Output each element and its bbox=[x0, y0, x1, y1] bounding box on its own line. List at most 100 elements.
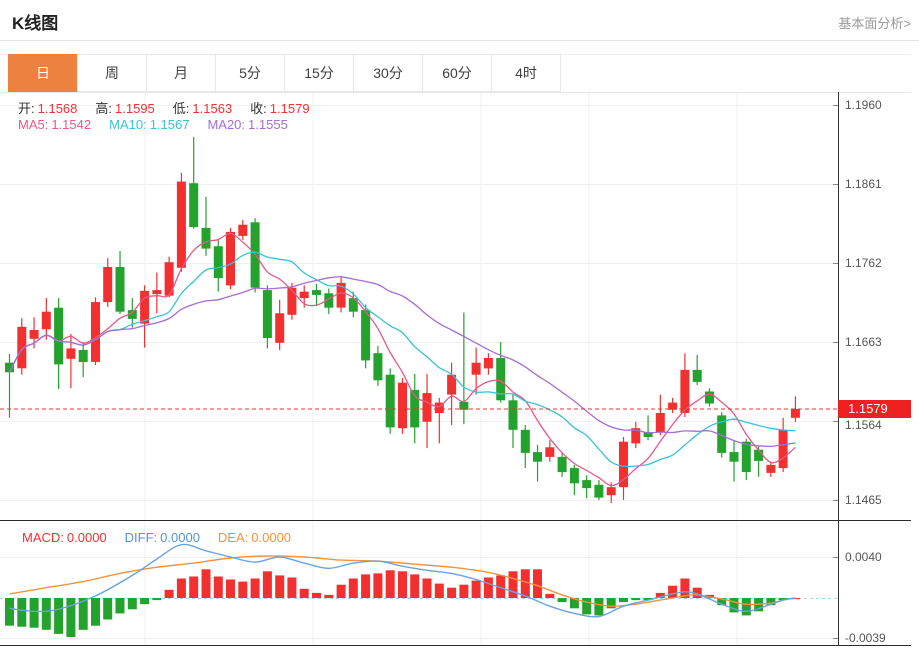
legend-value: 1.1567 bbox=[149, 117, 190, 132]
y-axis-label: 1.1465 bbox=[845, 493, 882, 507]
candle-body bbox=[705, 391, 714, 404]
candle-body bbox=[361, 310, 371, 361]
macd-bar bbox=[520, 569, 530, 598]
candle-body bbox=[655, 413, 665, 433]
tab-4时[interactable]: 4时 bbox=[491, 54, 561, 92]
macd-bar bbox=[250, 578, 260, 598]
macd-bar bbox=[66, 598, 76, 637]
candle-body bbox=[66, 348, 76, 359]
candle-body bbox=[594, 484, 604, 498]
macd-legend: MACD: 0.0000 DIFF: 0.0000 DEA: 0.0000 bbox=[22, 530, 309, 545]
legend-label: 低: bbox=[172, 101, 190, 116]
macd-bar bbox=[447, 587, 457, 598]
tab-30分[interactable]: 30分 bbox=[353, 54, 423, 92]
candle-body bbox=[213, 246, 223, 279]
legend-value: 0.0000 bbox=[66, 530, 107, 545]
legend-value: 0.0000 bbox=[160, 530, 200, 545]
candle-body bbox=[520, 429, 530, 453]
macd-bar bbox=[434, 583, 444, 598]
macd-bar bbox=[336, 584, 346, 598]
legend-item: 高: 1.1595 bbox=[95, 101, 154, 116]
macd-bar bbox=[262, 571, 272, 598]
y-axis-label: 1.1960 bbox=[845, 98, 882, 112]
macd-bar bbox=[631, 598, 641, 601]
legend-value: 1.1542 bbox=[51, 117, 92, 132]
candle-body bbox=[483, 358, 493, 369]
macd-bar bbox=[189, 576, 199, 598]
header-divider bbox=[0, 40, 919, 41]
legend-label: 收: bbox=[250, 101, 267, 116]
current-price-badge: 1.1579 bbox=[838, 400, 911, 418]
legend-label: DIFF: bbox=[124, 530, 158, 545]
candle-body bbox=[275, 313, 285, 343]
tab-60分[interactable]: 60分 bbox=[422, 54, 492, 92]
macd-bar bbox=[140, 598, 150, 605]
macd-bar bbox=[668, 585, 678, 598]
candle-body bbox=[790, 409, 800, 418]
macd-bar bbox=[582, 598, 592, 615]
ohlc-legend: 开: 1.1568 高: 1.1595 低: 1.1563 收: 1.1579 bbox=[18, 98, 328, 117]
ma10-line bbox=[8, 251, 796, 468]
candle-body bbox=[176, 181, 186, 268]
legend-label: 开: bbox=[18, 101, 35, 116]
candle-body bbox=[78, 350, 88, 362]
macd-bar bbox=[471, 580, 481, 598]
candle-body bbox=[226, 231, 235, 286]
tab-15分[interactable]: 15分 bbox=[284, 54, 354, 92]
macd-bar bbox=[176, 578, 186, 598]
legend-value: 1.1579 bbox=[269, 101, 310, 116]
y-axis-label: 1.1663 bbox=[845, 335, 882, 349]
candle-body bbox=[422, 393, 432, 422]
legend-item: MACD: 0.0000 bbox=[22, 530, 107, 545]
candle-body bbox=[545, 447, 555, 457]
candle-body bbox=[754, 449, 764, 461]
macd-bar bbox=[459, 584, 469, 598]
macd-bar bbox=[91, 598, 100, 626]
macd-bar bbox=[422, 578, 432, 598]
macd-bar bbox=[545, 593, 555, 598]
candle-body bbox=[385, 374, 395, 428]
legend-label: MA5: bbox=[18, 117, 49, 132]
candle-body bbox=[692, 369, 702, 382]
candle-body bbox=[115, 267, 125, 312]
macd-bar bbox=[557, 598, 567, 603]
legend-item: 低: 1.1563 bbox=[173, 101, 232, 116]
legend-item: DEA: 0.0000 bbox=[218, 530, 291, 545]
legend-item: MA20: 1.1555 bbox=[207, 117, 287, 132]
candle-body bbox=[140, 290, 150, 324]
candle-body bbox=[312, 290, 321, 295]
macd-bar bbox=[385, 570, 395, 598]
y-axis-label: 1.1762 bbox=[845, 256, 882, 270]
tab-周[interactable]: 周 bbox=[77, 54, 147, 92]
ma5-line bbox=[8, 232, 796, 487]
legend-value: 1.1563 bbox=[192, 101, 233, 116]
macd-bar bbox=[594, 598, 604, 616]
legend-label: 高: bbox=[95, 101, 113, 116]
y-axis-label: 0.0040 bbox=[845, 550, 882, 564]
macd-bar bbox=[398, 571, 407, 598]
candlestick-chart[interactable]: 1.1960 1.1861 1.1762 1.1663 1.1564 1.1465 0.00… bbox=[0, 92, 919, 651]
fundamental-analysis-link[interactable]: 基本面分析> bbox=[838, 13, 911, 32]
legend-label: MA10: bbox=[109, 117, 147, 132]
candle-body bbox=[238, 224, 248, 236]
macd-bar bbox=[619, 598, 628, 603]
macd-bar bbox=[41, 598, 51, 630]
y-axis-label: 1.1861 bbox=[845, 177, 882, 191]
tab-5分[interactable]: 5分 bbox=[215, 54, 285, 92]
candle-body bbox=[680, 369, 690, 413]
candle-body bbox=[262, 290, 272, 338]
legend-value: 1.1595 bbox=[115, 101, 155, 116]
legend-item: MA5: 1.1542 bbox=[18, 117, 91, 132]
macd-bar bbox=[533, 569, 542, 598]
candle-body bbox=[557, 456, 567, 473]
candle-body bbox=[103, 267, 113, 303]
tab-月[interactable]: 月 bbox=[146, 54, 216, 92]
macd-bar bbox=[287, 577, 297, 598]
macd-bar bbox=[483, 577, 493, 598]
macd-bar bbox=[54, 598, 64, 634]
ma-legend: MA5: 1.1542 MA10: 1.1567 MA20: 1.1555 bbox=[18, 117, 306, 132]
tab-日[interactable]: 日 bbox=[8, 54, 78, 92]
candle-body bbox=[533, 452, 542, 462]
macd-bar bbox=[299, 588, 309, 598]
candle-body bbox=[189, 183, 199, 228]
